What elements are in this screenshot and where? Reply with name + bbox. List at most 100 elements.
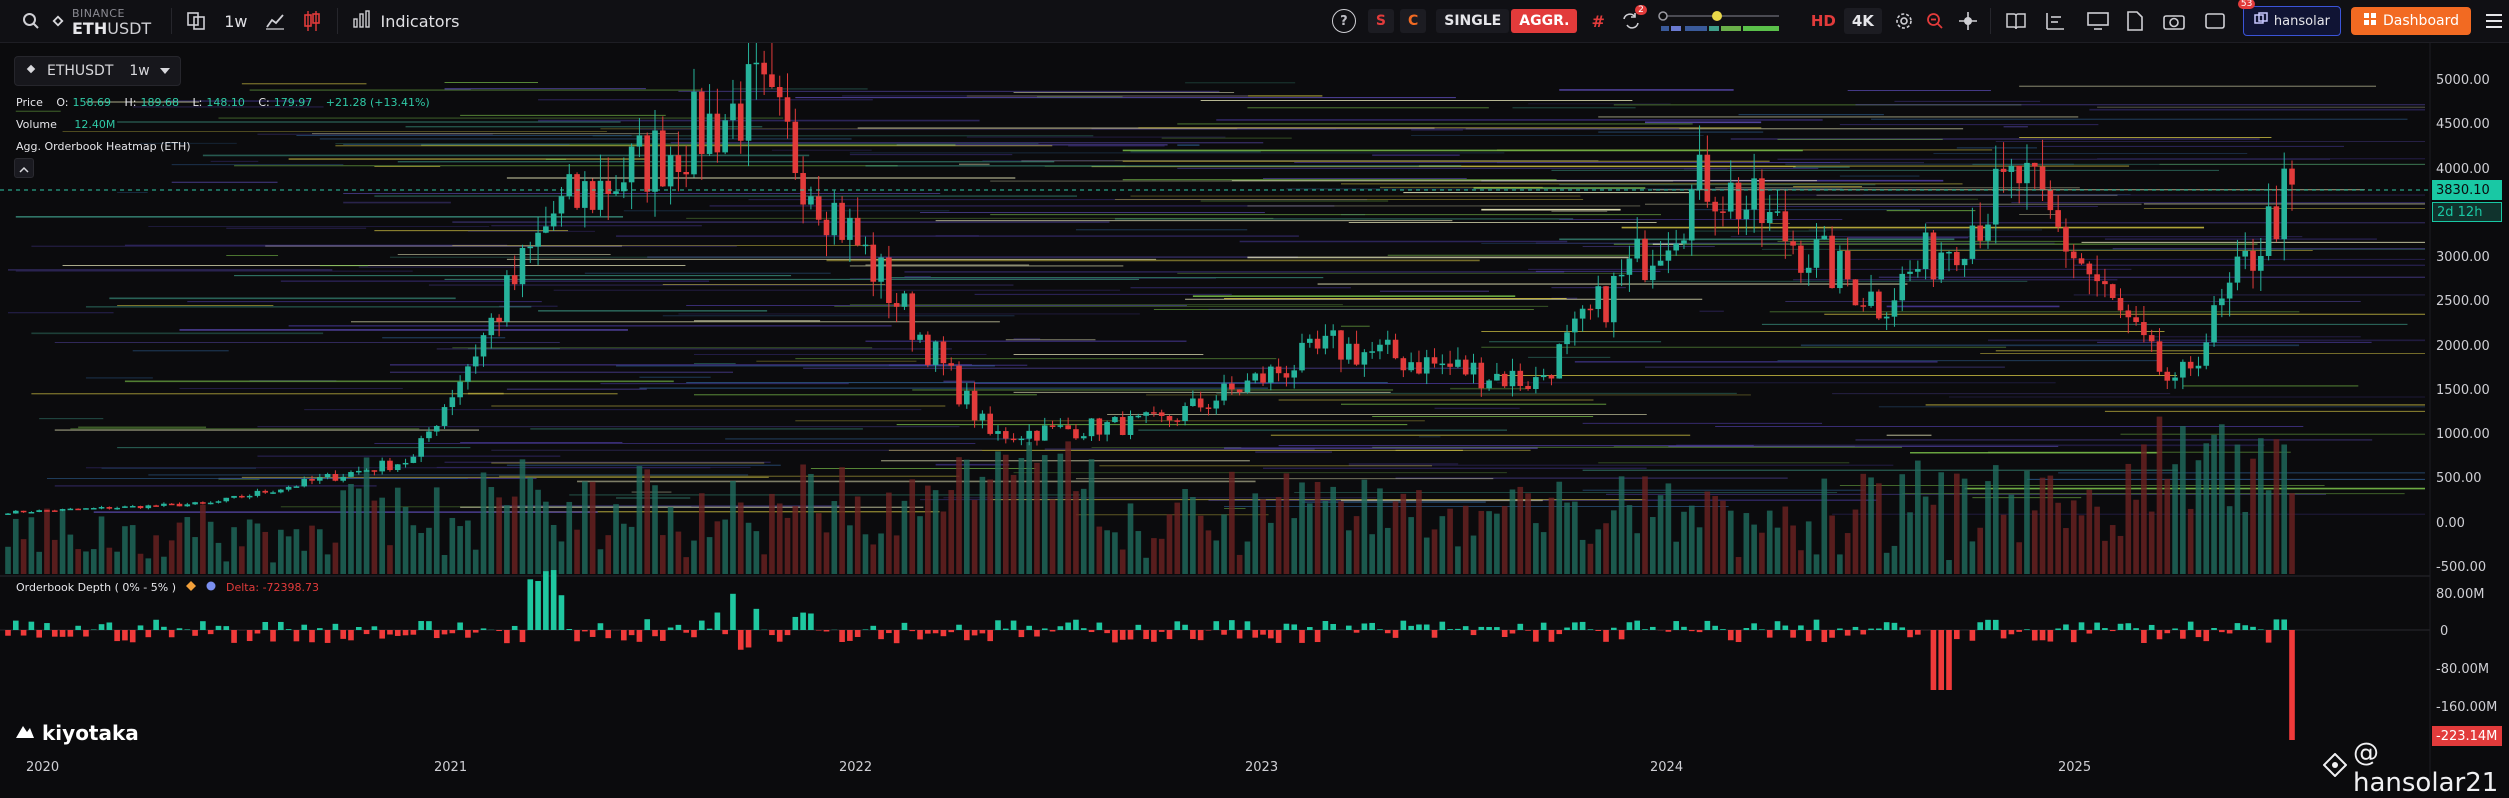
line-chart-icon[interactable]	[265, 12, 285, 30]
depth-bar	[2242, 625, 2248, 630]
candle-body	[2149, 335, 2155, 341]
volume-bar	[2149, 512, 2155, 574]
l-key: L:	[193, 96, 203, 109]
volume-bar	[403, 507, 409, 574]
depth-bar	[964, 630, 970, 640]
candle-body	[1806, 268, 1812, 273]
volume-bar	[652, 485, 658, 574]
candle-body	[1821, 236, 1827, 240]
depth-bar	[1229, 620, 1235, 630]
symbol-box[interactable]: ETHUSDT 1w	[14, 56, 181, 86]
camera-icon[interactable]	[2163, 12, 2185, 30]
diamond-icon	[186, 581, 196, 594]
depth-bar	[481, 628, 487, 630]
volume-bar	[153, 535, 159, 574]
list-chart-icon[interactable]	[2045, 12, 2065, 30]
c-button[interactable]: C	[1400, 9, 1426, 33]
depth-bar	[333, 624, 339, 630]
candle-body	[660, 130, 666, 186]
book-icon[interactable]	[2005, 12, 2027, 30]
window-icon[interactable]	[2205, 13, 2225, 29]
menu-icon[interactable]	[2485, 13, 2503, 29]
candle-body	[2071, 252, 2077, 259]
volume-bar	[465, 521, 471, 574]
candle-body	[972, 391, 978, 421]
depth-bar	[1572, 622, 1578, 630]
volume-bar	[1962, 479, 1968, 574]
hd-button[interactable]: HD	[1803, 8, 1844, 34]
candle-body	[1860, 305, 1866, 307]
volume-bar	[75, 549, 81, 574]
candle-body	[216, 501, 222, 503]
candle-body	[231, 496, 237, 498]
search-icon[interactable]	[22, 12, 40, 30]
candle-body	[29, 512, 35, 514]
depth-bar	[2087, 630, 2093, 634]
help-icon[interactable]: ?	[1332, 9, 1356, 33]
depth-bar	[637, 630, 643, 642]
candles-icon[interactable]	[303, 10, 321, 32]
collapse-legend-button[interactable]	[14, 158, 34, 178]
compare-icon[interactable]	[186, 11, 206, 31]
volume-bar	[995, 451, 1001, 574]
single-button[interactable]: SINGLE	[1436, 9, 1509, 33]
depth-bar	[2024, 629, 2030, 630]
settings-icon[interactable]	[1894, 11, 1914, 31]
candle-body	[1213, 401, 1219, 409]
dashboard-button[interactable]: Dashboard	[2351, 7, 2471, 35]
depth-bar	[1026, 626, 1032, 630]
document-icon[interactable]	[2127, 11, 2143, 31]
candle-body	[146, 505, 152, 508]
candle-body	[839, 203, 845, 240]
candle-body	[36, 510, 42, 512]
candle-body	[442, 407, 448, 426]
depth-bar	[870, 626, 876, 630]
monitor-icon[interactable]	[2087, 12, 2109, 30]
aggr-button[interactable]: AGGR.	[1511, 9, 1577, 33]
depth-bar	[1533, 630, 1539, 642]
depth-bar	[566, 629, 572, 630]
candle-body	[348, 472, 354, 477]
depth-bar	[44, 623, 50, 630]
price-legend: Price O:158.69 H:189.68 L:148.10 C:179.9…	[16, 96, 430, 109]
depth-bar	[2172, 628, 2178, 630]
depth-bar	[1502, 630, 1508, 637]
volume-bar	[255, 523, 261, 574]
volume-bar	[808, 474, 814, 574]
hash-button[interactable]: #	[1583, 8, 1612, 35]
candle-body	[2094, 274, 2100, 281]
crosshair-icon[interactable]	[1958, 11, 1978, 31]
volume-bar	[2211, 435, 2217, 574]
candle-body	[2110, 284, 2116, 298]
s-button[interactable]: S	[1368, 9, 1394, 33]
candle-body	[1619, 275, 1625, 277]
4k-button[interactable]: 4K	[1844, 8, 1882, 34]
timeframe-button[interactable]: 1w	[214, 12, 257, 31]
symbol-selector[interactable]: BINANCE ETHUSDT	[72, 6, 151, 36]
candle-body	[411, 457, 417, 463]
depth-bar	[777, 630, 783, 642]
c-key: C:	[258, 96, 269, 109]
zoom-out-icon[interactable]	[1926, 12, 1944, 30]
volume-bar	[1354, 516, 1360, 574]
candle-body	[1081, 436, 1087, 438]
candle-body	[2125, 310, 2131, 317]
candle-body	[395, 464, 401, 470]
volume-bar	[1330, 487, 1336, 574]
repeat-icon[interactable]: 2	[1621, 11, 1641, 31]
chevron-up-icon	[19, 159, 29, 178]
depth-bar	[722, 630, 728, 634]
volume-bar	[216, 543, 222, 574]
indicators-button[interactable]: Indicators	[344, 10, 467, 32]
candle-body	[1783, 211, 1789, 241]
volume-bar	[707, 537, 713, 574]
price-chart[interactable]	[0, 43, 2509, 782]
heatmap-range-slider[interactable]	[1655, 6, 1785, 36]
volume-bar	[948, 490, 954, 574]
candle-body	[1502, 374, 1508, 386]
user-button[interactable]: hansolar 53	[2243, 6, 2341, 36]
time-tick-label: 2022	[839, 760, 872, 775]
depth-bar	[2032, 630, 2038, 641]
volume-bar	[1284, 473, 1290, 574]
candle-body	[1595, 286, 1601, 309]
